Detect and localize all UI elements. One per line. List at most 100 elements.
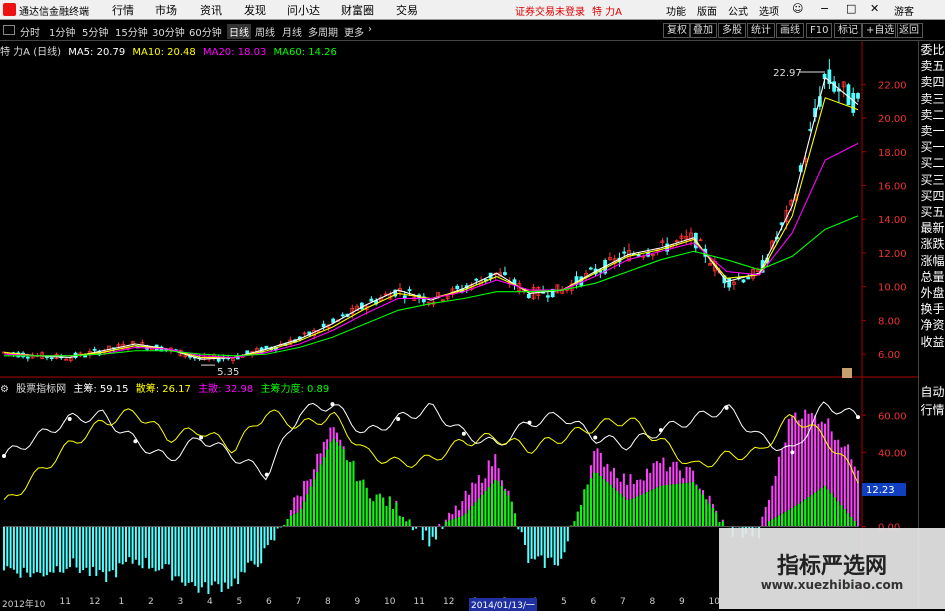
period-tab-daily[interactable]: 日线 bbox=[227, 24, 251, 39]
side-panel-item[interactable]: 最新 bbox=[919, 221, 945, 236]
back-button[interactable]: 返回 bbox=[895, 23, 923, 38]
login-notice[interactable]: 证券交易未登录 bbox=[515, 3, 585, 18]
period-tab-5min[interactable]: 5分钟 bbox=[82, 24, 108, 39]
menu-quotes[interactable]: 行情 bbox=[112, 2, 134, 18]
candle-body bbox=[216, 358, 221, 362]
side-panel-item[interactable]: 买二 bbox=[919, 156, 945, 171]
date-tick-label: 7 bbox=[295, 597, 302, 607]
ma60-label: MA60: 14.26 bbox=[273, 47, 337, 58]
date-tick-label: 9 bbox=[354, 597, 361, 607]
date-tick-label: 6 bbox=[266, 597, 272, 607]
side-panel-item[interactable]: 换手 bbox=[919, 302, 945, 317]
price-tick-label: 6.00 bbox=[878, 350, 900, 361]
smiley-icon[interactable]: ☺ bbox=[792, 2, 803, 15]
retail-chip-label: 散筹: 26.17 bbox=[135, 384, 191, 395]
restore-rights-button[interactable]: 复权 bbox=[663, 23, 691, 38]
maximize-icon[interactable]: □ bbox=[846, 2, 856, 15]
toggle-panel-icon[interactable] bbox=[3, 25, 15, 35]
side-panel-item[interactable]: 卖二 bbox=[919, 108, 945, 123]
side-panel-item[interactable]: 买三 bbox=[919, 173, 945, 188]
period-tab-multi[interactable]: 多周期 bbox=[308, 24, 338, 39]
side-panel-item[interactable]: 卖一 bbox=[919, 124, 945, 139]
candle-body bbox=[331, 318, 336, 323]
candle-body bbox=[83, 355, 88, 358]
main-chip-dot bbox=[658, 428, 663, 433]
overlay-button[interactable]: 叠加 bbox=[689, 23, 717, 38]
candle-body bbox=[321, 323, 326, 328]
gear-icon[interactable]: ⚙ bbox=[0, 384, 9, 395]
side-panel-item[interactable]: 买一 bbox=[919, 140, 945, 155]
menu-market[interactable]: 市场 bbox=[155, 2, 177, 18]
menu-function[interactable]: 功能 bbox=[666, 3, 686, 18]
menu-wealth[interactable]: 财富圈 bbox=[341, 2, 374, 18]
menu-options[interactable]: 选项 bbox=[759, 3, 779, 18]
indicator-legend: ⚙ 股票指标网 主筹: 59.15 散筹: 26.17 主散: 32.98 主筹… bbox=[0, 380, 333, 395]
menu-trade[interactable]: 交易 bbox=[396, 2, 418, 18]
side-panel-item[interactable]: 外盘 bbox=[919, 286, 945, 301]
period-tab-more[interactable]: 更多 bbox=[344, 24, 364, 39]
side-panel-item[interactable]: 净资 bbox=[919, 318, 945, 333]
user-label[interactable]: 游客 bbox=[894, 3, 914, 18]
period-tab-15min[interactable]: 15分钟 bbox=[115, 24, 148, 39]
multi-stock-button[interactable]: 多股 bbox=[718, 23, 746, 38]
date-tick-label: 8 bbox=[649, 597, 656, 607]
candle-body bbox=[503, 272, 507, 275]
candle-body bbox=[407, 289, 412, 292]
side-panel-item[interactable]: 卖四 bbox=[919, 75, 945, 90]
chevron-right-icon[interactable]: › bbox=[368, 24, 372, 35]
side-panel-item[interactable]: 涨幅 bbox=[919, 254, 945, 269]
menu-formula[interactable]: 公式 bbox=[728, 3, 748, 18]
price-tick-label: 8.00 bbox=[878, 316, 900, 327]
period-tab-30min[interactable]: 30分钟 bbox=[152, 24, 185, 39]
date-tick-label: 9 bbox=[679, 597, 685, 607]
ma5-label: MA5: 20.79 bbox=[68, 47, 126, 58]
stock-chart[interactable]: 22.00 20.00 18.00 16.00 14.00 12.00 10.00 8.00 6… bbox=[0, 41, 918, 597]
minimize-icon[interactable]: − bbox=[820, 2, 829, 15]
side-panel-item[interactable]: 买五 bbox=[919, 205, 945, 220]
main-chip-dot bbox=[724, 405, 729, 410]
side-panel-item[interactable]: 委比 bbox=[919, 43, 945, 58]
main-chip-dot bbox=[790, 450, 795, 455]
period-tab-60min[interactable]: 60分钟 bbox=[189, 24, 222, 39]
f10-button[interactable]: F10 bbox=[806, 23, 833, 38]
close-icon[interactable]: ✕ bbox=[870, 2, 879, 15]
side-panel-item[interactable]: 卖五 bbox=[919, 59, 945, 74]
period-tab-monthly[interactable]: 月线 bbox=[282, 24, 302, 39]
side-panel-item[interactable]: 涨跌 bbox=[919, 237, 945, 252]
ma20-label: MA20: 18.03 bbox=[202, 47, 267, 58]
high-value-label: 22.97 bbox=[773, 68, 802, 79]
side-auto[interactable]: 自动 bbox=[919, 385, 945, 400]
date-tick-label: 11 bbox=[59, 597, 71, 607]
candle-body bbox=[746, 276, 751, 280]
date-tick-label: 4 bbox=[207, 597, 213, 607]
indicator-tick-label: 60.00 bbox=[878, 411, 907, 422]
indicator-name[interactable]: 股票指标网 bbox=[16, 384, 66, 395]
chart-icon-small[interactable] bbox=[842, 368, 852, 378]
side-panel-item[interactable]: 总量 bbox=[919, 270, 945, 285]
date-tick-label: 5 bbox=[561, 597, 567, 607]
date-tick-label: 12 bbox=[89, 597, 101, 607]
date-tick-label: 3 bbox=[177, 597, 184, 607]
statistics-button[interactable]: 统计 bbox=[747, 23, 775, 38]
mark-button[interactable]: 标记 bbox=[834, 23, 862, 38]
draw-line-button[interactable]: 画线 bbox=[776, 23, 804, 38]
side-panel-item[interactable]: 收益 bbox=[919, 335, 945, 350]
menu-layout[interactable]: 版面 bbox=[697, 3, 717, 18]
menu-discover[interactable]: 发现 bbox=[244, 2, 266, 18]
main-strength-label: 主筹力度: 0.89 bbox=[260, 384, 330, 395]
menu-xiaoda[interactable]: 问小达 bbox=[287, 2, 320, 18]
low-value-label: 5.35 bbox=[217, 367, 239, 378]
period-tab-1min[interactable]: 1分钟 bbox=[49, 24, 75, 39]
price-tick-label: 18.00 bbox=[878, 148, 907, 159]
period-tab-intraday[interactable]: 分时 bbox=[20, 24, 40, 39]
side-panel-item[interactable]: 卖三 bbox=[919, 92, 945, 107]
side-panel-item[interactable]: 买四 bbox=[919, 189, 945, 204]
price-tick-label: 14.00 bbox=[878, 215, 907, 226]
price-tick-label: 12.00 bbox=[878, 249, 907, 260]
menu-news[interactable]: 资讯 bbox=[200, 2, 222, 18]
add-watchlist-button[interactable]: +自选 bbox=[862, 23, 899, 38]
period-tab-weekly[interactable]: 周线 bbox=[255, 24, 275, 39]
main-chip-dot bbox=[461, 431, 466, 436]
date-tick-label: 2012年10 bbox=[2, 600, 46, 610]
side-quotes[interactable]: 行情 bbox=[919, 403, 945, 418]
